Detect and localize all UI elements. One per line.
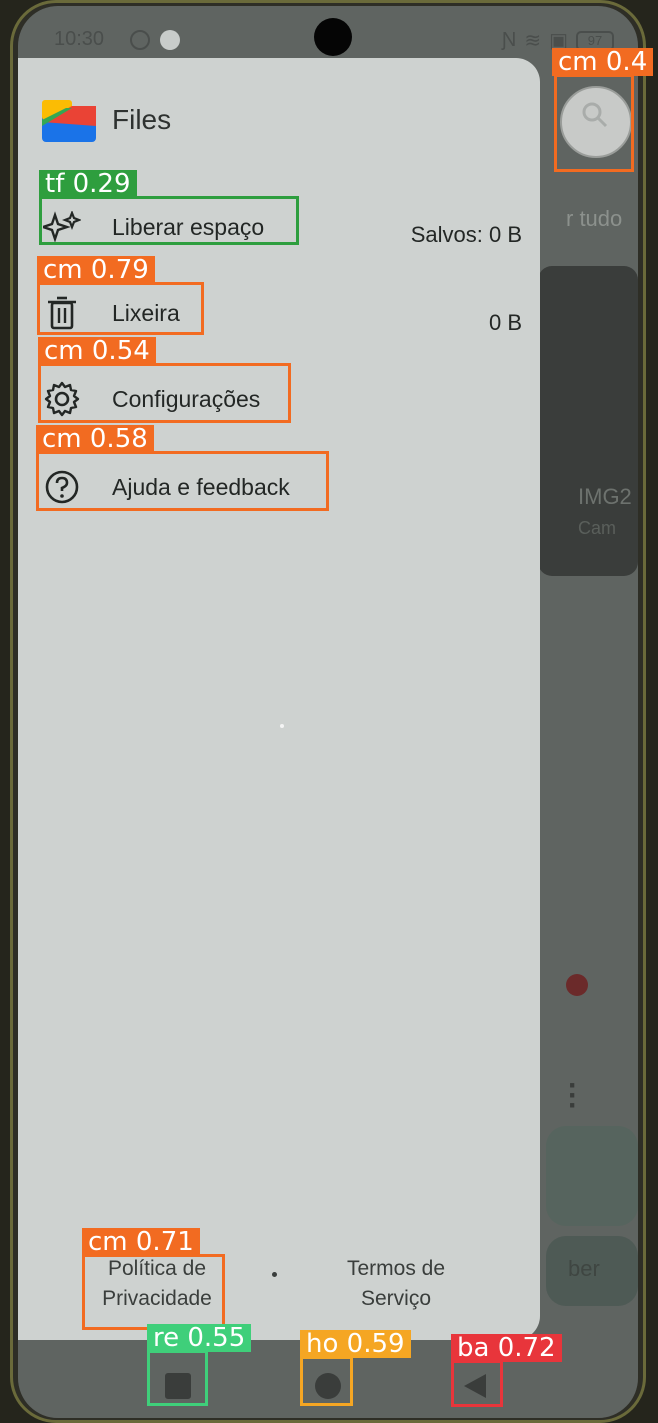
saved-space-value: Salvos: 0 B <box>410 222 522 247</box>
front-camera <box>314 18 352 56</box>
terms-of-service-link[interactable]: Termos de Serviço <box>318 1254 474 1314</box>
detection-label: cm 0.4 <box>552 48 654 76</box>
vpn-icon <box>130 30 150 50</box>
detection-box <box>37 282 204 335</box>
detection-box <box>82 1254 225 1330</box>
detection-label: cm 0.71 <box>82 1228 200 1256</box>
background-text-cam: Cam <box>578 518 617 538</box>
detection-box <box>39 196 299 245</box>
touch-indicator <box>280 724 284 728</box>
navigation-drawer: Files Liberar espaço Salvos: 0 B Lixeira… <box>18 58 540 1340</box>
background-text-tudo: r tudo <box>566 206 623 231</box>
app-title: Files <box>112 104 172 135</box>
detection-label: ho 0.59 <box>300 1330 411 1358</box>
detection-label: cm 0.54 <box>38 337 156 365</box>
phone-frame: r tudo IMG2 Cam · · · ber 10:30 Ɲ ≋ ▣ 97… <box>0 0 658 1423</box>
detection-label: tf 0.29 <box>39 170 137 198</box>
detection-label: cm 0.79 <box>37 256 155 284</box>
detection-box <box>147 1350 208 1406</box>
files-logo-icon <box>42 100 96 142</box>
background-more-icon: · · · <box>568 1069 578 1122</box>
wifi-icon: ≋ <box>524 30 542 52</box>
footer-separator <box>272 1272 277 1277</box>
trash-size-value: 0 B <box>488 310 522 335</box>
detection-box <box>36 451 329 511</box>
status-time: 10:30 <box>54 28 105 50</box>
detection-box <box>554 74 634 172</box>
nfc-icon: Ɲ <box>501 29 517 51</box>
detection-label: ba 0.72 <box>451 1334 562 1362</box>
notification-dot-icon <box>160 30 180 50</box>
background-record-dot <box>566 974 588 996</box>
detection-label: re 0.55 <box>147 1324 252 1352</box>
terms-line1: Termos de <box>346 1257 446 1280</box>
detection-label: cm 0.58 <box>36 425 154 453</box>
terms-line2: Serviço <box>360 1287 432 1310</box>
detection-box <box>451 1360 503 1407</box>
detection-box <box>38 363 291 423</box>
background-text-ber: ber <box>568 1256 600 1281</box>
background-browse-button: ber <box>546 1236 638 1306</box>
background-scan-button <box>546 1126 638 1226</box>
detection-box <box>300 1356 353 1406</box>
background-text-img: IMG2 <box>578 484 632 509</box>
